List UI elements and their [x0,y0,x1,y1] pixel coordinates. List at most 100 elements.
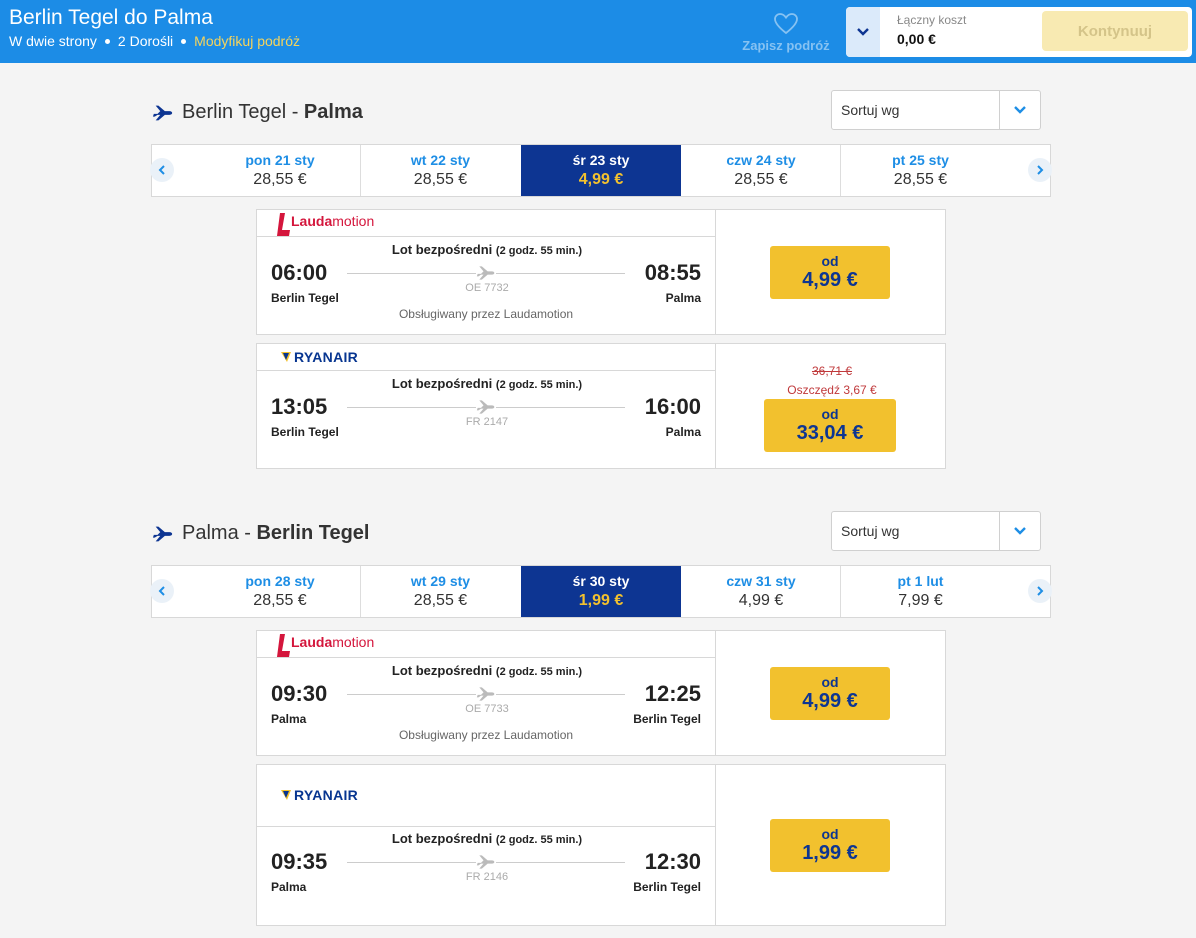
section-title-return: Palma - Berlin Tegel [152,522,369,545]
prev-dates-button[interactable] [150,579,174,603]
departure-city: Palma [271,880,307,894]
date-option[interactable]: wt 22 sty 28,55 € [360,145,520,196]
date-option-selected[interactable]: śr 23 sty 4,99 € [521,145,681,196]
date-option[interactable]: pon 21 sty 28,55 € [200,145,360,196]
sort-dropdown-outbound[interactable]: Sortuj wg [831,90,1041,130]
date-option[interactable]: pt 25 sty 28,55 € [840,145,1000,196]
cost-details-toggle[interactable] [846,7,880,57]
price-button[interactable]: od 4,99 € [770,246,890,299]
departure-time: 13:05 [271,394,328,419]
trip-type: W dwie strony [9,33,97,49]
date-price: 28,55 € [253,171,307,188]
route-separator: - [238,522,257,544]
sort-arrow [999,512,1040,550]
direct-label: Lot bezpośredni [391,831,493,846]
arrival-city: Berlin Tegel [633,712,701,726]
price-amount: 4,99 € [802,269,858,291]
airline-name-bold: Lauda [291,634,333,650]
section-origin: Palma [182,522,239,544]
section-destination: Palma [303,101,363,123]
airline-name-bold: Lauda [291,213,333,229]
passengers: 2 Dorośli [117,33,174,49]
date-option-selected[interactable]: śr 30 sty 1,99 € [521,566,681,617]
departure-time: 09:35 [271,849,328,874]
savings-label: Oszczędź 3,67 € [787,383,877,397]
flight-card[interactable]: Lauda motion Lot bezpośredni (2 godz. 55 … [256,630,946,756]
continue-button[interactable]: Kontynuuj [1042,11,1188,51]
date-option[interactable]: pon 28 sty 28,55 € [200,566,360,617]
next-dates-button[interactable] [1028,579,1052,603]
price-from-label: od [821,826,839,842]
arrival-time: 12:25 [644,681,701,706]
direct-label: Lot bezpośredni [391,242,493,257]
plane-icon [476,684,496,704]
section-origin: Berlin Tegel [182,101,287,123]
departure-time: 09:30 [271,681,328,706]
departure-city: Berlin Tegel [271,425,339,439]
flight-card[interactable]: RYANAIR Lot bezpośredni (2 godz. 55 min.… [256,343,946,469]
sort-arrow [999,91,1040,129]
date-price: 28,55 € [253,592,307,609]
chevron-down-icon [1014,527,1026,535]
flight-number: OE 7733 [465,703,509,715]
price-amount: 1,99 € [802,842,858,864]
date-option[interactable]: czw 24 sty 28,55 € [681,145,841,196]
date-selector-return: pon 28 sty 28,55 € wt 29 sty 28,55 € śr … [150,565,1052,618]
flight-details: RYANAIR Lot bezpośredni (2 godz. 55 min.… [257,765,716,925]
departure-time: 06:00 [271,260,328,285]
heart-icon [774,13,798,35]
date-label: śr 30 sty [572,573,630,589]
flight-type: Lot bezpośredni (2 godz. 55 min.) [387,242,587,257]
date-option[interactable]: wt 29 sty 28,55 € [360,566,520,617]
ryanair-harp-icon [281,352,291,362]
total-cost-label: Łączny koszt [897,13,967,27]
section-title-outbound: Berlin Tegel - Palma [152,101,363,124]
flight-card[interactable]: Lauda motion Lot bezpośredni (2 godz. 55 … [256,209,946,335]
trip-summary: W dwie strony 2 Dorośli Modyfikuj podróż [9,33,300,49]
flight-number: FR 2147 [465,416,509,428]
prev-dates-button[interactable] [150,158,174,182]
airline-name-rest: motion [332,213,375,229]
save-trip-label: Zapisz podróż [742,38,830,53]
flight-details: Lauda motion Lot bezpośredni (2 godz. 55 … [257,210,716,334]
airline-name-rest: motion [332,634,375,650]
date-price: 4,99 € [578,171,624,188]
arrival-time: 16:00 [644,394,701,419]
date-label: wt 22 sty [410,152,471,168]
total-cost-panel: Łączny koszt 0,00 € Kontynuuj [846,7,1192,57]
departure-city: Berlin Tegel [271,291,339,305]
operated-by: Obsługiwany przez Laudamotion [398,307,574,321]
chevron-left-icon [158,586,165,596]
price-button[interactable]: od 4,99 € [770,667,890,720]
date-price: 28,55 € [413,171,468,188]
plane-icon [476,263,496,283]
date-label: wt 29 sty [410,573,471,589]
save-trip-button[interactable]: Zapisz podróż [740,12,832,53]
date-label: śr 23 sty [572,152,630,168]
price-from-label: od [821,674,839,690]
sort-dropdown-return[interactable]: Sortuj wg [831,511,1041,551]
airline-logo-row: Lauda motion [257,210,715,237]
date-option[interactable]: pt 1 lut 7,99 € [840,566,1000,617]
date-label: czw 24 sty [726,152,796,168]
flight-type: Lot bezpośredni (2 godz. 55 min.) [387,376,587,391]
top-bar: Berlin Tegel do Palma W dwie strony 2 Do… [0,0,1196,63]
flight-type: Lot bezpośredni (2 godz. 55 min.) [387,663,587,678]
price-button[interactable]: od 1,99 € [770,819,890,872]
airline-name: RYANAIR [294,349,359,365]
price-amount: 33,04 € [796,422,864,444]
flight-details: RYANAIR Lot bezpośredni (2 godz. 55 min.… [257,344,716,468]
modify-trip-link[interactable]: Modyfikuj podróż [194,33,300,49]
date-price: 7,99 € [898,592,943,609]
date-option[interactable]: czw 31 sty 4,99 € [681,566,841,617]
date-label: pon 21 sty [245,152,315,168]
price-button[interactable]: od 33,04 € [764,399,896,452]
direct-label: Lot bezpośredni [391,376,493,391]
flight-card[interactable]: RYANAIR Lot bezpośredni (2 godz. 55 min.… [256,764,946,926]
arrival-time: 08:55 [644,260,701,285]
next-dates-button[interactable] [1028,158,1052,182]
laudamotion-l-icon [277,634,290,657]
section-destination: Berlin Tegel [256,522,370,544]
sort-label: Sortuj wg [841,102,900,118]
date-label: pt 25 sty [892,152,949,168]
